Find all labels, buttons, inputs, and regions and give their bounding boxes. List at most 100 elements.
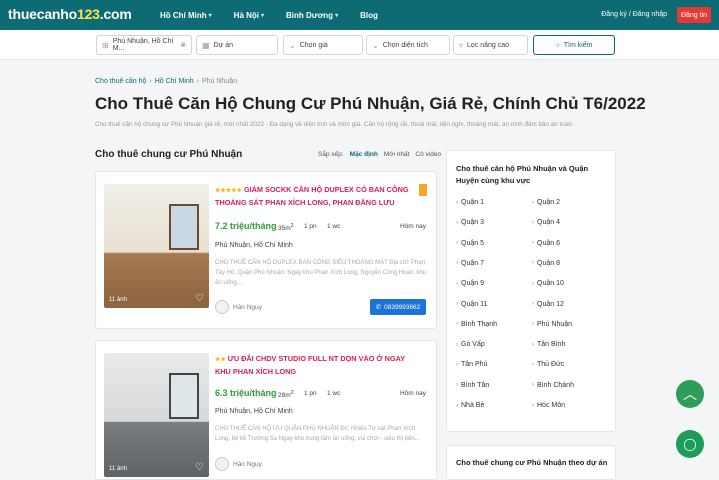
district-label: Quận 6 — [537, 239, 560, 247]
nav-item-ha-noi[interactable]: Hà Nội ▾ — [234, 11, 264, 20]
listing-card[interactable]: 11 ảnh ♡ ★★★★★ GIẢM SOCKK CĂN HỘ DUPLEX … — [95, 171, 437, 329]
chat-icon: ◯ — [683, 437, 697, 451]
district-link[interactable]: › Bình Chánh — [532, 382, 574, 389]
district-link[interactable]: › Quận 4 — [532, 219, 560, 226]
listing-title[interactable]: ★★★★★ GIẢM SOCKK CĂN HỘ DUPLEX CÓ BAN CÔ… — [215, 184, 415, 209]
project-select[interactable]: ▦ Dự án — [196, 35, 278, 55]
phone-button[interactable]: ✆ 0839993662 — [370, 299, 426, 315]
district-link[interactable]: › Quận 1 — [456, 199, 484, 206]
photo-count: 11 ảnh — [109, 466, 127, 472]
main-nav: Hồ Chí Minh ▾ Hà Nội ▾ Bình Dương ▾ Blog — [160, 11, 400, 20]
chevron-right-icon: › — [532, 301, 534, 307]
district-label: Quận 4 — [537, 219, 560, 227]
post-listing-button[interactable]: Đăng tin — [677, 7, 711, 23]
district-link[interactable]: › Phú Nhuận — [532, 321, 572, 328]
listing-photo[interactable]: 11 ảnh ♡ — [104, 184, 209, 308]
sort-bar: Sắp xếp: Mặc định Mới nhất Có video — [318, 151, 441, 158]
auth-link[interactable]: Đăng ký / Đăng nhập — [601, 11, 667, 18]
photo-count: 11 ảnh — [109, 297, 127, 303]
filter-icon: ▿ — [459, 40, 464, 50]
district-label: Quận 11 — [461, 300, 488, 308]
district-label: Bình Tân — [461, 381, 490, 389]
breadcrumb-item[interactable]: Cho thuê căn hộ — [95, 78, 146, 85]
district-link[interactable]: › Quận 9 — [456, 280, 484, 287]
district-link[interactable]: › Tân Phú — [456, 361, 487, 368]
district-link[interactable]: › Quận 5 — [456, 240, 484, 247]
district-link[interactable]: › Quận 7 — [456, 260, 484, 267]
breadcrumb-item[interactable]: Hồ Chí Minh — [155, 78, 194, 85]
clear-icon[interactable]: ⊗ — [180, 41, 186, 49]
sort-option-video[interactable]: Có video — [415, 151, 441, 158]
chevron-down-icon: ▾ — [335, 13, 339, 19]
listing-snippet: CHO THUÊ CĂN HỘ ƯU QUẬN PHÚ NHUẬN Đc: Nh… — [215, 426, 420, 442]
search-button[interactable]: ○ Tìm kiếm — [533, 35, 615, 55]
district-label: Nhà Bè — [461, 402, 485, 409]
area-select[interactable]: ⌄ Chọn diện tích — [366, 35, 450, 55]
district-link[interactable]: › Quận 8 — [532, 260, 560, 267]
district-link[interactable]: › Quận 3 — [456, 219, 484, 226]
chevron-right-icon: › — [532, 240, 534, 247]
search-bar: ⊞ Phú Nhuận, Hồ Chí M... ⊗ ▦ Dự án ⌄ Chọ… — [0, 30, 719, 60]
listing-heading: Cho thuê chung cư Phú Nhuận — [95, 149, 243, 160]
heart-icon[interactable]: ♡ — [195, 462, 204, 473]
sort-option-newest[interactable]: Mới nhất — [384, 151, 410, 158]
chat-button[interactable]: ◯ — [676, 430, 704, 458]
sort-label: Sắp xếp: — [318, 151, 344, 158]
chevron-right-icon: › — [532, 361, 534, 368]
district-label: Quận 10 — [537, 280, 564, 288]
top-navbar: thuecanho123.com Hồ Chí Minh ▾ Hà Nội ▾ Bì… — [0, 0, 719, 30]
listing-title[interactable]: ★★ ƯU ĐÃI CHDV STUDIO FULL NT DỌN VÀO Ở … — [215, 353, 415, 378]
district-link[interactable]: › Quận 6 — [532, 240, 560, 247]
district-link[interactable]: › Nhà Bè — [456, 402, 484, 409]
listing-area: 28m2 — [278, 390, 294, 400]
listing-bathrooms: 1 wc — [327, 390, 341, 397]
district-link[interactable]: › Quận 11 — [456, 301, 487, 308]
district-label: Phú Nhuận — [537, 320, 573, 328]
advanced-filter[interactable]: ▿ Lọc nâng cao — [453, 35, 528, 55]
location-select[interactable]: ⊞ Phú Nhuận, Hồ Chí M... ⊗ — [96, 35, 192, 55]
chevron-right-icon: › — [456, 341, 458, 348]
nav-item-binh-duong[interactable]: Bình Dương ▾ — [286, 11, 338, 20]
nav-item-blog[interactable]: Blog — [360, 11, 378, 20]
listing-bathrooms: 1 wc — [327, 223, 341, 230]
sort-option-default[interactable]: Mặc định — [350, 151, 378, 158]
listing-location: Phú Nhuận, Hồ Chí Minh — [215, 242, 293, 249]
chevron-down-icon: ▾ — [208, 13, 212, 19]
price-select[interactable]: ⌄ Chọn giá — [283, 35, 363, 55]
listing-price: 7.2 triệu/tháng — [215, 221, 277, 231]
breadcrumb-separator: › — [196, 78, 199, 85]
chevron-right-icon: › — [532, 260, 534, 267]
listing-time: Hôm nay — [399, 390, 426, 397]
district-link[interactable]: › Bình Tân — [456, 382, 489, 389]
district-link[interactable]: › Quận 10 — [532, 280, 564, 287]
search-icon: ○ — [555, 41, 560, 49]
listing-area: 35m2 — [278, 223, 294, 233]
chevron-right-icon: › — [456, 382, 458, 389]
chevron-right-icon: › — [456, 321, 458, 328]
district-label: Quận 2 — [537, 199, 560, 206]
district-link[interactable]: › Thủ Đức — [532, 361, 564, 368]
scroll-top-button[interactable]: ︿ — [676, 380, 704, 408]
district-link[interactable]: › Quận 2 — [532, 199, 560, 206]
listing-photo[interactable]: 11 ảnh ♡ — [104, 353, 209, 477]
chevron-right-icon: › — [532, 402, 534, 409]
chevron-right-icon: › — [532, 321, 534, 328]
district-label: Quận 9 — [461, 280, 484, 288]
district-link[interactable]: › Quận 12 — [532, 301, 564, 308]
chevron-right-icon: › — [456, 260, 458, 267]
district-link[interactable]: › Tân Bình — [532, 341, 565, 348]
chevron-right-icon: › — [456, 402, 458, 409]
nav-item-ho-chi-minh[interactable]: Hồ Chí Minh ▾ — [160, 11, 212, 20]
district-link[interactable]: › Bình Thạnh — [456, 321, 497, 328]
listing-location: Phú Nhuận, Hồ Chí Minh — [215, 408, 293, 415]
district-link[interactable]: › Hóc Môn — [532, 402, 565, 409]
heart-icon[interactable]: ♡ — [195, 293, 204, 304]
listing-card[interactable]: 11 ảnh ♡ ★★ ƯU ĐÃI CHDV STUDIO FULL NT D… — [95, 340, 437, 480]
chevron-right-icon: › — [532, 382, 534, 389]
chevron-right-icon: › — [456, 219, 458, 226]
district-link[interactable]: › Gò Vấp — [456, 341, 485, 348]
breadcrumb-item-current: Phú Nhuận — [201, 78, 237, 85]
listing-owner: Hân Nguy — [215, 457, 262, 471]
bookmark-icon[interactable] — [419, 184, 427, 196]
site-logo[interactable]: thuecanho123.com — [8, 6, 132, 22]
